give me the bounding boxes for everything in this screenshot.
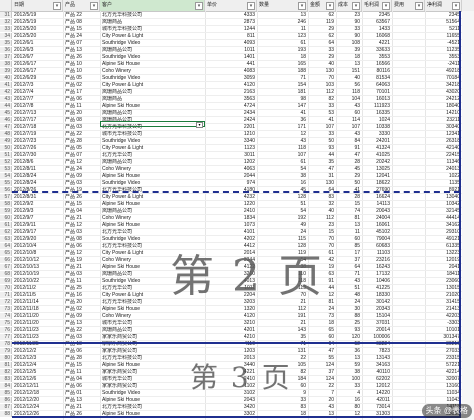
row-number[interactable]: 56 bbox=[0, 187, 12, 193]
row-number[interactable]: 46 bbox=[0, 117, 12, 123]
header-amount[interactable]: 金额 ▾ bbox=[308, 0, 336, 11]
filter-dropdown-icon[interactable]: ▾ bbox=[90, 2, 98, 10]
row-number[interactable]: 68 bbox=[0, 271, 12, 277]
row-number[interactable]: 72 bbox=[0, 299, 12, 305]
page-watermark-3: 第 3 页 bbox=[190, 361, 292, 394]
filter-dropdown-icon[interactable]: ▾ bbox=[247, 2, 255, 10]
column-header-row: 日期 ▾ 产品 ▾ 客户 ▾ 单价 ▾ 数量 ▾ 金额 ▾ 成本 ▾ 毛利润 ▾ 费用 ▾ 净利润… bbox=[0, 0, 474, 12]
filter-dropdown-icon[interactable]: ▾ bbox=[382, 2, 390, 10]
row-number[interactable]: 88 bbox=[0, 411, 12, 417]
filter-dropdown-icon[interactable]: ▾ bbox=[326, 2, 334, 10]
row-number[interactable]: 33 bbox=[0, 26, 12, 32]
row-number[interactable]: 61 bbox=[0, 222, 12, 228]
row-number[interactable]: 32 bbox=[0, 19, 12, 25]
row-number[interactable]: 86 bbox=[0, 397, 12, 403]
vertical-scrollbar[interactable] bbox=[462, 11, 474, 420]
filter-dropdown-icon[interactable]: ▾ bbox=[195, 2, 203, 10]
header-spacer bbox=[462, 0, 474, 11]
row-number[interactable]: 58 bbox=[0, 201, 12, 207]
row-number[interactable]: 39 bbox=[0, 68, 12, 74]
row-number[interactable]: 60 bbox=[0, 215, 12, 221]
row-number[interactable]: 78 bbox=[0, 341, 12, 347]
row-number[interactable]: 83 bbox=[0, 376, 12, 382]
row-number[interactable]: 82 bbox=[0, 369, 12, 375]
filter-dropdown-icon[interactable]: ▾ bbox=[452, 2, 460, 10]
spreadsheet: 日期 ▾ 产品 ▾ 客户 ▾ 单价 ▾ 数量 ▾ 金额 ▾ 成本 ▾ 毛利润 ▾ 费用 ▾ 净利润… bbox=[0, 0, 474, 420]
row-number[interactable]: 63 bbox=[0, 236, 12, 242]
row-number[interactable]: 67 bbox=[0, 264, 12, 270]
header-date[interactable]: 日期 ▾ bbox=[12, 0, 63, 11]
row-number[interactable]: 57 bbox=[0, 194, 12, 200]
active-cell[interactable]: ▾ bbox=[100, 121, 205, 128]
row-number[interactable]: 31 bbox=[0, 12, 12, 18]
row-number[interactable]: 38 bbox=[0, 61, 12, 67]
row-number[interactable]: 81 bbox=[0, 362, 12, 368]
header-expense[interactable]: 费用 ▾ bbox=[392, 0, 425, 11]
row-number[interactable]: 62 bbox=[0, 229, 12, 235]
page-border-line bbox=[12, 342, 460, 344]
row-number[interactable]: 36 bbox=[0, 47, 12, 53]
row-number[interactable]: 43 bbox=[0, 96, 12, 102]
row-number[interactable]: 69 bbox=[0, 278, 12, 284]
row-number[interactable]: 42 bbox=[0, 89, 12, 95]
header-cost[interactable]: 成本 ▾ bbox=[336, 0, 362, 11]
row-number[interactable]: 84 bbox=[0, 383, 12, 389]
filter-dropdown-icon[interactable]: ▾ bbox=[53, 2, 61, 10]
row-number[interactable]: 79 bbox=[0, 348, 12, 354]
row-number[interactable]: 54 bbox=[0, 173, 12, 179]
corner-cell[interactable] bbox=[0, 0, 12, 11]
row-number[interactable]: 41 bbox=[0, 82, 12, 88]
row-number[interactable]: 65 bbox=[0, 250, 12, 256]
page-break-line bbox=[12, 191, 460, 193]
row-number[interactable]: 71 bbox=[0, 292, 12, 298]
row-number[interactable]: 64 bbox=[0, 243, 12, 249]
row-number[interactable]: 85 bbox=[0, 390, 12, 396]
header-unit-price[interactable]: 单价 ▾ bbox=[205, 0, 257, 11]
source-badge: 头条 @表格 bbox=[421, 404, 472, 418]
page-border-line bbox=[12, 416, 460, 418]
row-number[interactable]: 76 bbox=[0, 327, 12, 333]
header-gross-profit[interactable]: 毛利润 ▾ bbox=[362, 0, 392, 11]
row-number[interactable]: 53 bbox=[0, 166, 12, 172]
row-number[interactable]: 49 bbox=[0, 138, 12, 144]
header-product[interactable]: 产品 ▾ bbox=[63, 0, 100, 11]
row-number[interactable]: 50 bbox=[0, 145, 12, 151]
row-number[interactable]: 48 bbox=[0, 131, 12, 137]
header-net-profit[interactable]: 净利润 ▾ bbox=[425, 0, 462, 11]
page-border-vertical bbox=[459, 11, 461, 418]
row-number[interactable]: 52 bbox=[0, 159, 12, 165]
filter-dropdown-icon[interactable]: ▾ bbox=[415, 2, 423, 10]
row-number[interactable]: 44 bbox=[0, 103, 12, 109]
header-quantity[interactable]: 数量 ▾ bbox=[257, 0, 308, 11]
header-customer[interactable]: 客户 ▾ bbox=[100, 0, 205, 11]
row-number[interactable]: 70 bbox=[0, 285, 12, 291]
row-number[interactable]: 45 bbox=[0, 110, 12, 116]
page-watermark-2: 第 2 页 bbox=[170, 251, 324, 302]
cell-dropdown-icon[interactable]: ▾ bbox=[196, 122, 203, 128]
row-number[interactable]: 73 bbox=[0, 306, 12, 312]
row-number[interactable]: 34 bbox=[0, 33, 12, 39]
row-number[interactable]: 74 bbox=[0, 313, 12, 319]
row-number[interactable]: 87 bbox=[0, 404, 12, 410]
row-number[interactable]: 80 bbox=[0, 355, 12, 361]
row-number[interactable]: 59 bbox=[0, 208, 12, 214]
row-number[interactable]: 35 bbox=[0, 40, 12, 46]
filter-dropdown-icon[interactable]: ▾ bbox=[352, 2, 360, 10]
row-number[interactable]: 40 bbox=[0, 75, 12, 81]
row-number[interactable]: 37 bbox=[0, 54, 12, 60]
row-number[interactable]: 51 bbox=[0, 152, 12, 158]
row-number[interactable]: 47 bbox=[0, 124, 12, 130]
row-number[interactable]: 66 bbox=[0, 257, 12, 263]
row-number[interactable]: 77 bbox=[0, 334, 12, 340]
filter-dropdown-icon[interactable]: ▾ bbox=[298, 2, 306, 10]
row-number[interactable]: 75 bbox=[0, 320, 12, 326]
row-number[interactable]: 55 bbox=[0, 180, 12, 186]
